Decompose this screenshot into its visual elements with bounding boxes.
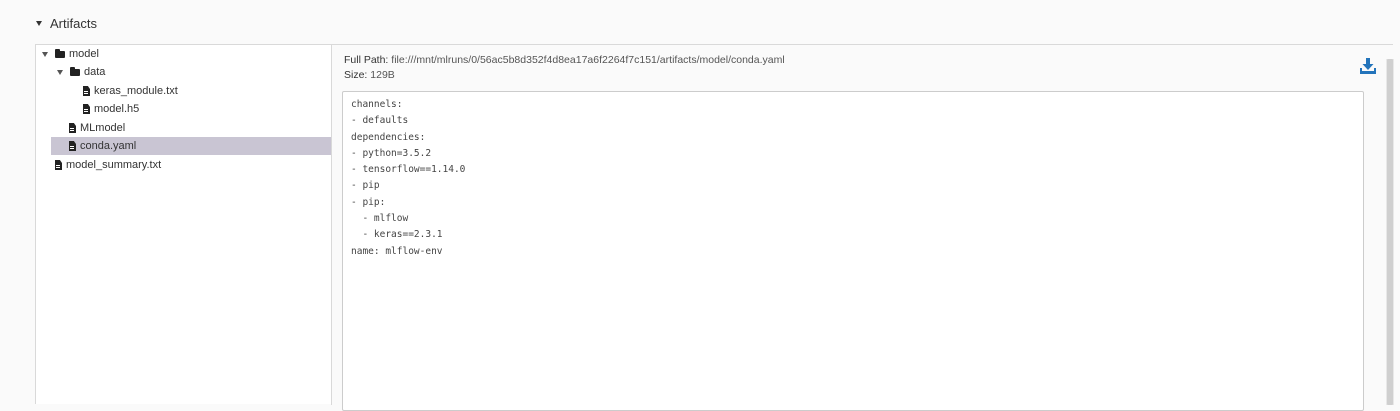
- full-path-label: Full Path:: [344, 54, 389, 66]
- file-icon: [83, 104, 90, 114]
- tree-item-keras-module[interactable]: keras_module.txt: [83, 82, 322, 100]
- tree-item-label: keras_module.txt: [94, 85, 178, 97]
- size-label: Size:: [344, 69, 368, 81]
- section-title: Artifacts: [50, 15, 97, 31]
- artifact-viewer: Full Path: file:///mnt/mlruns/0/56ac5b8d…: [332, 45, 1394, 411]
- tree-item-model[interactable]: model: [42, 45, 322, 63]
- file-icon: [83, 86, 90, 96]
- tree-item-data[interactable]: data: [57, 63, 322, 81]
- file-size: Size: 129B: [344, 68, 785, 83]
- caret-down-icon[interactable]: [42, 51, 48, 57]
- scrollbar[interactable]: [1386, 59, 1394, 405]
- file-icon: [69, 141, 76, 151]
- file-content: channels: - defaults dependencies: - pyt…: [351, 99, 466, 257]
- caret-down-icon: [36, 20, 42, 26]
- artifact-meta: Full Path: file:///mnt/mlruns/0/56ac5b8d…: [344, 53, 785, 83]
- full-path: Full Path: file:///mnt/mlruns/0/56ac5b8d…: [344, 53, 785, 68]
- tree-item-model-summary[interactable]: model_summary.txt: [55, 156, 322, 174]
- scrollbar-thumb[interactable]: [1387, 59, 1393, 405]
- tree-item-model-h5[interactable]: model.h5: [83, 100, 322, 118]
- artifacts-panel-box: model data keras_module.txt model.h5 MLm…: [35, 44, 1394, 411]
- artifacts-section-header[interactable]: Artifacts: [36, 14, 97, 32]
- full-path-value: file:///mnt/mlruns/0/56ac5b8d352f4d8ea17…: [391, 54, 785, 66]
- tree-item-label: model_summary.txt: [66, 159, 162, 171]
- artifact-tree: model data keras_module.txt model.h5 MLm…: [36, 45, 332, 405]
- folder-icon: [55, 48, 65, 58]
- file-icon: [55, 160, 62, 170]
- size-value: 129B: [370, 69, 395, 81]
- tree-item-conda-yaml[interactable]: conda.yaml: [51, 137, 331, 155]
- tree-item-label: model.h5: [94, 103, 140, 115]
- file-content-box[interactable]: channels: - defaults dependencies: - pyt…: [342, 91, 1364, 411]
- folder-icon: [70, 66, 80, 76]
- file-icon: [69, 123, 76, 133]
- download-icon: [1360, 58, 1376, 74]
- tree-item-label: model: [69, 48, 99, 60]
- caret-down-icon[interactable]: [57, 69, 63, 75]
- tree-item-label: data: [84, 66, 106, 78]
- tree-item-label: conda.yaml: [80, 140, 137, 152]
- tree-item-mlmodel[interactable]: MLmodel: [69, 119, 322, 137]
- tree-item-label: MLmodel: [80, 122, 126, 134]
- artifacts-panel: model data keras_module.txt model.h5 MLm…: [22, 44, 1394, 411]
- download-button[interactable]: [1359, 57, 1377, 75]
